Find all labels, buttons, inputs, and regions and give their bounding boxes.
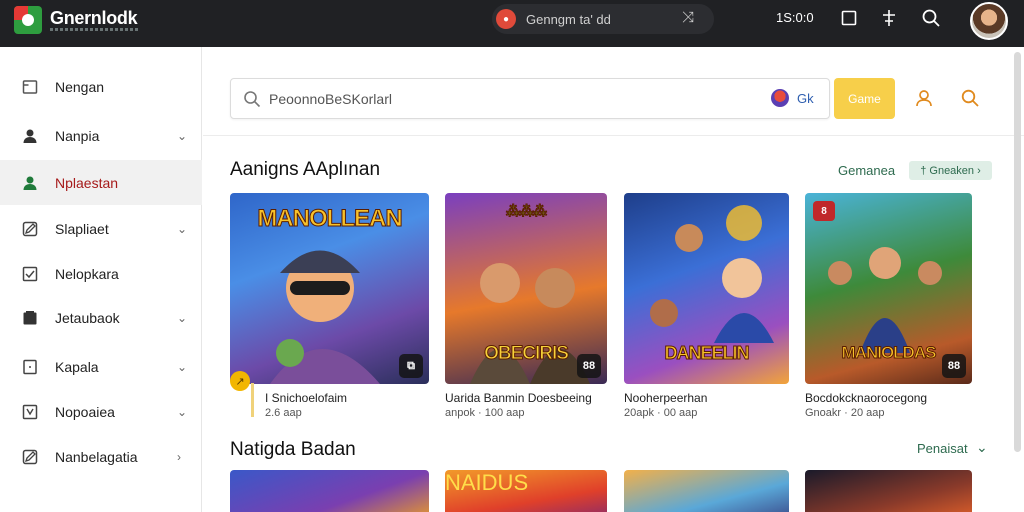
person-icon	[21, 127, 39, 145]
card-meta: anpok · 100 aap	[445, 407, 525, 419]
game-card[interactable]: MANOLLEAN ⧉	[230, 193, 429, 384]
sidebar-item-kapala[interactable]: Kapala ⌄	[0, 344, 202, 389]
chevron-down-icon[interactable]: ⌄	[177, 311, 187, 325]
search-icon[interactable]	[960, 88, 980, 108]
filter-chip[interactable]: † Gneaken ›	[909, 161, 992, 180]
divider	[203, 135, 1024, 136]
sidebar-item-label: Nplaestan	[55, 174, 119, 191]
folder-icon	[21, 309, 39, 327]
ok-button[interactable]: Gk	[797, 91, 814, 106]
sidebar-item-slapliaet[interactable]: Slapliaet ⌄	[0, 206, 202, 251]
sidebar-item-label: Nengan	[55, 78, 105, 95]
edit-icon	[21, 448, 39, 466]
sidebar-item-nanbelagatia[interactable]: Nanbelagatia ›	[0, 434, 202, 479]
platform-badge: ⧉	[399, 354, 423, 378]
platform-badge: 88	[942, 354, 966, 378]
move-icon[interactable]	[878, 7, 900, 29]
card-meta: 2.6 aap	[265, 407, 302, 419]
window-icon	[21, 78, 39, 96]
person-icon	[21, 174, 39, 192]
search-icon[interactable]	[920, 7, 942, 29]
sidebar-item-label: Nelopkara	[55, 265, 119, 282]
sidebar: Nengan Nanpia ⌄ Nplaestan Slapliaet ⌄ Ne…	[0, 47, 202, 512]
platform-badge: 88	[577, 354, 601, 378]
sidebar-item-nplaestan[interactable]: Nplaestan	[0, 160, 202, 205]
chevron-down-icon[interactable]: ⌄	[177, 405, 187, 419]
section-see-all-link[interactable]: Penaisat	[917, 441, 968, 456]
sidebar-item-nengan[interactable]: Nengan	[0, 64, 202, 109]
card-meta: 20apk · 00 aap	[624, 407, 698, 419]
section-title: Natigda Badan	[230, 439, 356, 460]
brand-tagline-decoration	[50, 28, 138, 31]
card-title[interactable]: Uarida Banmin Doesbeeing	[445, 391, 592, 405]
brand-name[interactable]: Gnernlodk	[50, 8, 138, 29]
checkbox-icon	[21, 265, 39, 283]
timer-readout: 1S:0:0	[776, 10, 814, 25]
card-accent-icon: ↗	[230, 371, 250, 391]
chevron-right-icon[interactable]: ›	[177, 450, 181, 464]
chevron-down-icon[interactable]: ⌄	[177, 360, 187, 374]
section-see-all-link[interactable]: Gemanea	[838, 163, 895, 178]
card-title[interactable]: I Snichoelofaim	[265, 391, 347, 405]
card-accent-bar	[251, 383, 254, 417]
sidebar-item-label: Jetaubaok	[55, 309, 120, 326]
sidebar-item-label: Slapliaet	[55, 220, 109, 237]
sidebar-item-nanpia[interactable]: Nanpia ⌄	[0, 113, 202, 158]
chevron-down-icon[interactable]: ⌄	[177, 129, 187, 143]
window-icon[interactable]	[838, 7, 860, 29]
edit-icon	[21, 220, 39, 238]
main-content: Gk Game Aanigns AAplınan Gemanea † Gneak…	[203, 47, 1024, 512]
scrollbar[interactable]	[1014, 52, 1021, 452]
sidebar-item-label: Nanbelagatia	[55, 448, 138, 465]
record-icon: ●	[496, 9, 516, 29]
game-art-title: DANEELIN	[664, 343, 750, 364]
game-card[interactable]	[624, 470, 789, 512]
card-title[interactable]: Nooherpeerhan	[624, 391, 707, 405]
game-button[interactable]: Game	[834, 78, 895, 119]
app-logo[interactable]	[14, 6, 42, 34]
user-avatar[interactable]	[970, 2, 1008, 40]
sidebar-item-jetaubaok[interactable]: Jetaubaok ⌄	[0, 295, 202, 340]
chevron-down-icon[interactable]: ⌄	[177, 222, 187, 236]
now-playing-pill[interactable]: ● Genngm ta' dd ⤨	[492, 4, 714, 34]
game-card[interactable]: DANEELIN	[624, 193, 789, 384]
search-input[interactable]	[269, 87, 749, 111]
voice-search-icon[interactable]	[771, 89, 789, 107]
top-bar: Gnernlodk ● Genngm ta' dd ⤨ 1S:0:0	[0, 0, 1024, 47]
game-card[interactable]: NAIDUS	[445, 470, 607, 512]
game-card[interactable]: ⁂⁂⁂ OBECIRIS 88	[445, 193, 607, 384]
search-icon	[243, 90, 261, 108]
game-card[interactable]	[230, 470, 429, 512]
user-icon[interactable]	[914, 88, 934, 108]
card-title[interactable]: Bocdokcknaorocegong	[805, 391, 927, 405]
sidebar-item-label: Nanpia	[55, 127, 100, 144]
square-icon	[21, 358, 39, 376]
now-playing-text: Genngm ta' dd	[526, 11, 611, 27]
search-bar[interactable]: Gk	[230, 78, 830, 119]
sidebar-item-label: Kapala	[55, 358, 99, 375]
game-card[interactable]	[805, 470, 972, 512]
sidebar-item-nelopkara[interactable]: Nelopkara	[0, 251, 202, 296]
card-meta: Gnoakr · 20 aap	[805, 407, 885, 419]
game-art-title: NAIDUS	[445, 470, 529, 495]
sidebar-item-nopoaiea[interactable]: Nopoaiea ⌄	[0, 389, 202, 434]
section-title: Aanigns AAplınan	[230, 159, 381, 180]
sidebar-item-label: Nopoaiea	[55, 403, 115, 420]
chevron-down-icon[interactable]: ⌄	[976, 439, 988, 456]
game-card[interactable]: 8 MANIOLDAS 88	[805, 193, 972, 384]
shuffle-icon[interactable]: ⤨	[682, 9, 694, 26]
checkbox-icon	[21, 403, 39, 421]
